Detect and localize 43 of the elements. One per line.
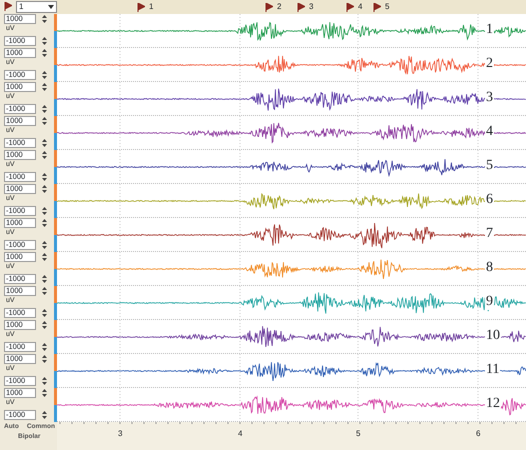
marker-dropdown[interactable]: 1 xyxy=(16,1,57,13)
spinner-icon[interactable] xyxy=(40,274,49,284)
flag-icon xyxy=(265,2,273,12)
channel-number: 12 xyxy=(485,396,501,412)
marker-flag[interactable]: 4 xyxy=(346,2,362,12)
tick-label: 6 xyxy=(476,428,480,440)
spinner-icon[interactable] xyxy=(40,342,49,352)
marker-flag[interactable]: 2 xyxy=(265,2,282,12)
spinner-icon[interactable] xyxy=(40,410,49,420)
tick-label: 4 xyxy=(238,428,242,440)
spinner-icon[interactable] xyxy=(40,354,49,364)
spinner-icon[interactable] xyxy=(40,320,49,330)
channel-number: 9 xyxy=(485,294,494,310)
caret-icon xyxy=(48,5,54,9)
tick-label: 5 xyxy=(356,428,360,440)
spinner-icon[interactable] xyxy=(40,184,49,194)
marker-flag[interactable]: 3 xyxy=(297,2,314,12)
tick-label: 3 xyxy=(118,428,122,440)
flag-icon xyxy=(297,2,305,12)
flag-icon xyxy=(346,2,354,12)
spinner-icon[interactable] xyxy=(40,48,49,58)
spinner-icon[interactable] xyxy=(40,14,49,24)
spinner-icon[interactable] xyxy=(40,70,49,80)
spinner-icon[interactable] xyxy=(40,172,49,182)
flag-icon xyxy=(137,2,145,12)
spinner-icon[interactable] xyxy=(40,252,49,262)
marker-flag[interactable]: 5 xyxy=(373,2,390,12)
spinner-icon[interactable] xyxy=(40,376,49,386)
spinner-icon[interactable] xyxy=(40,218,49,228)
spinner-icon[interactable] xyxy=(40,286,49,296)
marker-flag[interactable]: 1 xyxy=(137,2,154,12)
spinner-icon[interactable] xyxy=(40,308,49,318)
spinner-icon[interactable] xyxy=(40,150,49,160)
spinner-icon[interactable] xyxy=(40,116,49,126)
flag-icon xyxy=(4,2,12,11)
spinner-icon[interactable] xyxy=(40,104,49,114)
spinner-icon[interactable] xyxy=(40,206,49,216)
flag-icon xyxy=(373,2,381,12)
spinner-icon[interactable] xyxy=(40,82,49,92)
spinner-icon[interactable] xyxy=(40,388,49,398)
spinner-icon[interactable] xyxy=(40,36,49,46)
spinner-icon[interactable] xyxy=(40,240,49,250)
spinner-icon[interactable] xyxy=(40,138,49,148)
